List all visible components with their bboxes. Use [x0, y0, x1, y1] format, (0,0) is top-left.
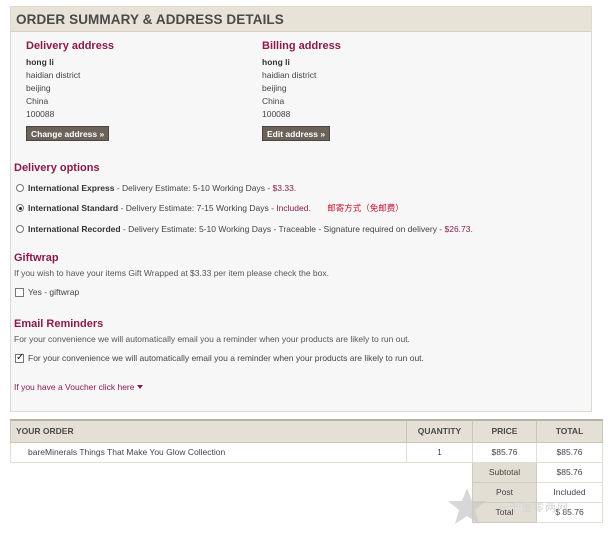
radio-recorded[interactable] [16, 225, 24, 233]
voucher-link-label: If you have a Voucher click here [14, 382, 135, 392]
giftwrap-checkbox-label: Yes - giftwrap [28, 287, 80, 297]
option-name: International Express [28, 183, 115, 193]
delivery-address-block: Delivery address hong li haidian distric… [26, 40, 226, 141]
change-address-button[interactable]: Change address » [26, 126, 110, 141]
spacer [10, 502, 473, 522]
option-suffix: . [293, 183, 297, 193]
option-name: International Recorded [28, 224, 121, 234]
delivery-name: hong li [26, 57, 54, 67]
option-suffix: . [470, 224, 473, 234]
email-reminder-option[interactable]: For your convenience we will automatical… [14, 352, 574, 364]
header-your-order: YOUR ORDER [10, 419, 407, 443]
header-quantity: QUANTITY [406, 419, 473, 443]
radio-standard[interactable] [16, 204, 24, 212]
billing-address-block: Billing address hong li haidian district… [262, 40, 462, 141]
delivery-address-title: Delivery address [26, 40, 115, 52]
billing-city: beijing [262, 83, 287, 93]
voucher-link[interactable]: If you have a Voucher click here [14, 382, 143, 392]
giftwrap-description: If you wish to have your items Gift Wrap… [14, 268, 329, 278]
giftwrap-title: Giftwrap [14, 252, 59, 264]
giftwrap-section: Giftwrap If you wish to have your items … [14, 252, 574, 298]
billing-country: China [262, 96, 285, 106]
delivery-option-recorded[interactable]: International Recorded - Delivery Estima… [14, 224, 574, 235]
table-row: bareMinerals Things That Make You Glow C… [10, 441, 603, 463]
option-suffix: . [308, 203, 311, 213]
item-quantity: 1 [406, 441, 473, 463]
delivery-postcode: 100088 [26, 109, 55, 119]
billing-name: hong li [262, 57, 290, 67]
email-reminders-title: Email Reminders [14, 318, 104, 330]
option-price: $3.33 [272, 183, 294, 193]
radio-express[interactable] [16, 184, 24, 192]
order-table-header: YOUR ORDER QUANTITY PRICE TOTAL [10, 419, 603, 443]
billing-postcode: 100088 [262, 109, 291, 119]
watermark-text: 一千里零两网 [497, 501, 569, 514]
panel-header: ORDER SUMMARY & ADDRESS DETAILS [11, 7, 591, 32]
shipping-note: 邮寄方式（免邮费） [327, 204, 404, 214]
delivery-city: beijing [26, 83, 51, 93]
giftwrap-option[interactable]: Yes - giftwrap [14, 287, 574, 298]
option-detail: - Delivery Estimate: 5-10 Working Days -… [120, 224, 445, 234]
option-detail: - Delivery Estimate: 5-10 Working Days - [114, 183, 273, 193]
option-price: Included [276, 203, 309, 213]
delivery-option-express[interactable]: International Express - Delivery Estimat… [14, 183, 574, 194]
item-price: $85.76 [472, 441, 537, 463]
option-detail: - Delivery Estimate: 7-15 Working Days - [118, 203, 277, 213]
delivery-options-title: Delivery options [14, 162, 100, 174]
email-reminder-checkbox-label: For your convenience we will automatical… [28, 353, 424, 363]
delivery-country: China [26, 96, 49, 106]
delivery-option-standard[interactable]: International Standard - Delivery Estima… [14, 203, 574, 215]
subtotal-label: Subtotal [472, 461, 537, 483]
item-total: $85.76 [536, 441, 603, 463]
spacer [10, 462, 473, 482]
header-total: TOTAL [536, 419, 603, 443]
spacer [10, 482, 473, 502]
delivery-options-section: Delivery options International Express -… [14, 162, 574, 235]
header-price: PRICE [472, 419, 537, 443]
email-reminders-description: For your convenience we will automatical… [14, 334, 410, 344]
delivery-line1: haidian district [26, 70, 81, 80]
watermark-star-icon [448, 488, 486, 524]
option-name: International Standard [28, 203, 119, 213]
option-price: $26.73 [444, 224, 471, 234]
billing-line1: haidian district [262, 70, 317, 80]
billing-address-title: Billing address [262, 40, 341, 52]
item-name: bareMinerals Things That Make You Glow C… [10, 441, 407, 463]
email-reminders-section: Email Reminders For your convenience we … [14, 318, 574, 364]
caret-down-icon [136, 385, 143, 389]
page-title: ORDER SUMMARY & ADDRESS DETAILS [16, 12, 284, 27]
email-reminder-checkbox[interactable] [15, 352, 24, 363]
subtotal-row: Subtotal $85.76 [10, 461, 603, 483]
edit-address-button[interactable]: Edit address » [262, 126, 331, 141]
subtotal-value: $85.76 [536, 461, 603, 483]
giftwrap-checkbox[interactable] [15, 288, 24, 297]
